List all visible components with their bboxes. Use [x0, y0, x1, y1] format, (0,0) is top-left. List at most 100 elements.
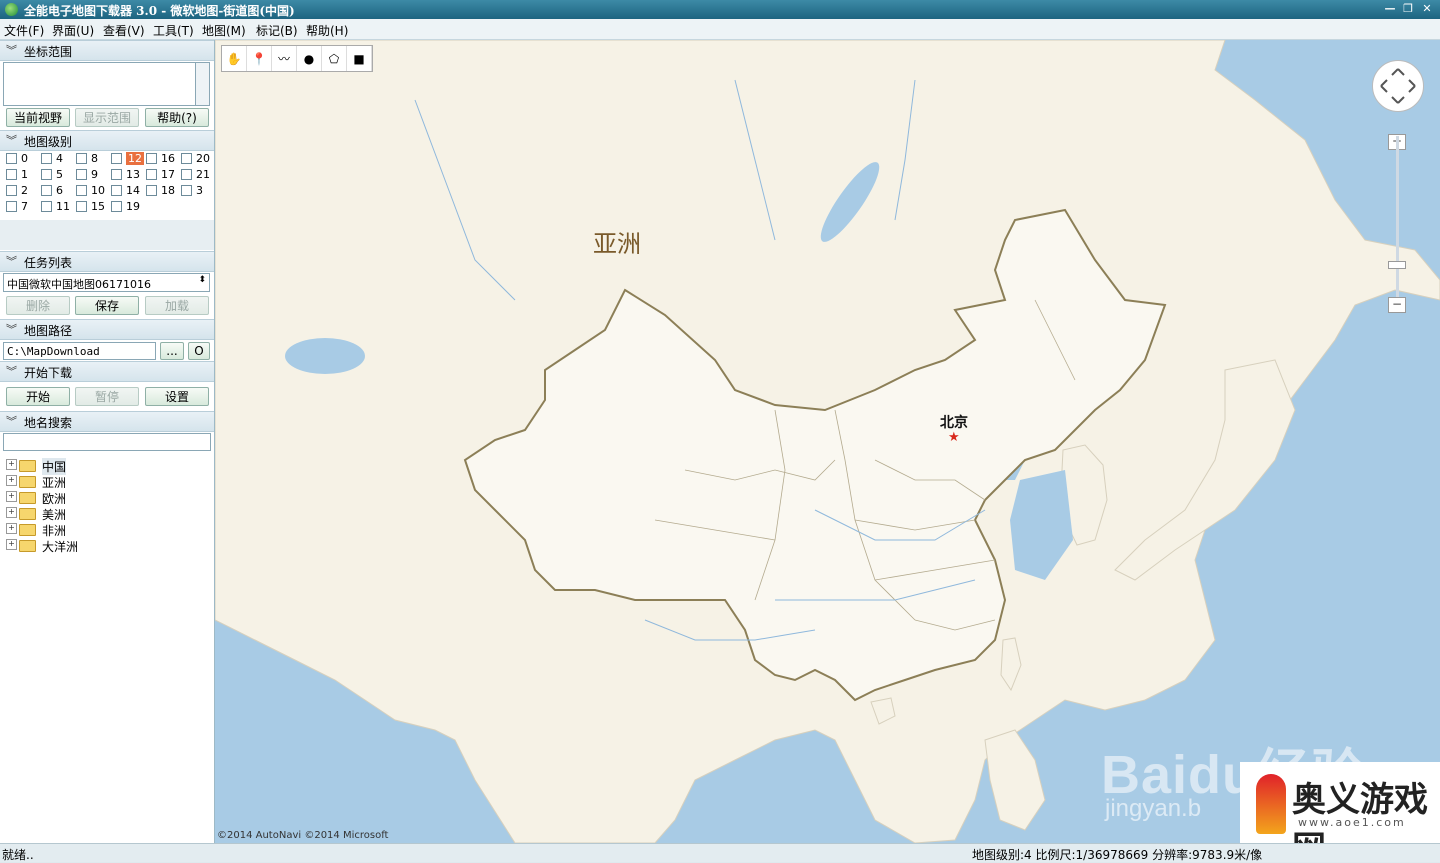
start-download-button[interactable]: 开始 — [6, 387, 70, 406]
level-label: 16 — [161, 152, 175, 165]
section-map-path[interactable]: ︾ 地图路径 — [0, 319, 214, 340]
level-checkbox[interactable] — [6, 185, 17, 196]
level-checkbox[interactable] — [181, 153, 192, 164]
jingyan-watermark: jingyan.b — [1105, 795, 1202, 822]
menu-mark[interactable]: 标记(B) — [256, 22, 298, 39]
level-label: 18 — [161, 184, 175, 197]
level-checkbox[interactable] — [111, 169, 122, 180]
level-label: 14 — [126, 184, 140, 197]
level-checkbox[interactable] — [41, 201, 52, 212]
level-checkbox[interactable] — [146, 185, 157, 196]
map-path-input[interactable]: C:\MapDownload — [3, 342, 156, 360]
rectangle-tool-icon[interactable]: ■ — [347, 46, 372, 71]
status-map-info: 地图级别:4 比例尺:1/36978669 分辨率:9783.9米/像 — [972, 848, 1263, 862]
map-toolbar: ✋ 📍 〰 ● ⬠ ■ — [221, 45, 373, 72]
pan-navigator-control[interactable] — [1372, 60, 1424, 112]
restore-button[interactable]: ❐ — [1399, 1, 1417, 17]
expand-plus-icon[interactable]: + — [6, 491, 17, 502]
pan-hand-tool-icon[interactable]: ✋ — [222, 46, 247, 71]
collapse-chevron-icon: ︾ — [6, 255, 17, 268]
level-checkbox[interactable] — [181, 169, 192, 180]
open-path-button[interactable]: O — [188, 342, 210, 360]
pan-arrows-icon — [1380, 68, 1416, 104]
level-label: 0 — [21, 152, 28, 165]
expand-plus-icon[interactable]: + — [6, 459, 17, 470]
menu-help[interactable]: 帮助(H) — [306, 22, 348, 39]
task-select-value: 中国微软中国地图06171016 — [7, 278, 151, 291]
level-checkbox[interactable] — [6, 169, 17, 180]
task-select[interactable]: 中国微软中国地图06171016 ⬍ — [3, 273, 210, 292]
menu-map[interactable]: 地图(M) — [202, 22, 246, 39]
level-label: 4 — [56, 152, 63, 165]
circle-tool-icon[interactable]: ● — [297, 46, 322, 71]
window-title: 全能电子地图下载器 3.0 - 微软地图-街道图(中国) — [24, 4, 295, 18]
collapse-chevron-icon: ︾ — [6, 134, 17, 147]
level-checkbox[interactable] — [6, 201, 17, 212]
menu-view-ui[interactable]: 界面(U) — [52, 22, 94, 39]
section-label: 任务列表 — [24, 256, 73, 270]
section-coord-range[interactable]: ︾ 坐标范围 — [0, 40, 214, 61]
level-checkbox[interactable] — [76, 169, 87, 180]
level-label: 12 — [126, 152, 144, 165]
level-label: 10 — [91, 184, 105, 197]
level-checkbox[interactable] — [41, 169, 52, 180]
minimize-button[interactable]: — — [1381, 1, 1399, 17]
level-checkbox[interactable] — [111, 153, 122, 164]
menu-view[interactable]: 查看(V) — [103, 22, 145, 39]
section-place-search[interactable]: ︾ 地名搜索 — [0, 411, 214, 432]
show-range-button[interactable]: 显示范围 — [75, 108, 139, 127]
expand-plus-icon[interactable]: + — [6, 507, 17, 518]
aoyi-logo-site: www.aoe1.com — [1298, 816, 1406, 829]
section-label: 地图级别 — [24, 135, 73, 149]
level-checkbox[interactable] — [146, 169, 157, 180]
level-label: 11 — [56, 200, 70, 213]
section-map-level[interactable]: ︾ 地图级别 — [0, 130, 214, 151]
level-checkbox[interactable] — [76, 153, 87, 164]
tree-node-label: 欧洲 — [42, 492, 67, 506]
coord-range-textarea[interactable] — [3, 62, 196, 106]
level-checkbox[interactable] — [76, 185, 87, 196]
level-label: 17 — [161, 168, 175, 181]
level-grid-footer — [0, 220, 214, 250]
pause-download-button[interactable]: 暂停 — [75, 387, 139, 406]
close-button[interactable]: ✕ — [1418, 1, 1436, 17]
map-canvas[interactable]: ✋ 📍 〰 ● ⬠ ■ 亚洲 北京 ★ + − Baidu经验 jingyan.… — [215, 40, 1440, 843]
pin-marker-tool-icon[interactable]: 📍 — [247, 46, 272, 71]
level-label: 8 — [91, 152, 98, 165]
menu-file[interactable]: 文件(F) — [4, 22, 44, 39]
folder-icon — [19, 540, 36, 552]
land-philippines — [984, 729, 1046, 831]
level-checkbox[interactable] — [111, 201, 122, 212]
polygon-tool-icon[interactable]: ⬠ — [322, 46, 347, 71]
delete-task-button[interactable]: 删除 — [6, 296, 70, 315]
level-checkbox[interactable] — [111, 185, 122, 196]
tree-node-label: 大洋洲 — [42, 540, 79, 554]
expand-plus-icon[interactable]: + — [6, 523, 17, 534]
polyline-tool-icon[interactable]: 〰 — [272, 46, 297, 71]
current-view-button[interactable]: 当前视野 — [6, 108, 70, 127]
zoom-out-button[interactable]: − — [1388, 297, 1406, 313]
menu-tools[interactable]: 工具(T) — [153, 22, 194, 39]
textarea-scrollbar[interactable] — [195, 62, 210, 106]
level-checkbox[interactable] — [41, 153, 52, 164]
zoom-slider-track[interactable] — [1396, 136, 1399, 304]
browse-path-button[interactable]: ... — [160, 342, 184, 360]
level-checkbox[interactable] — [181, 185, 192, 196]
settings-button[interactable]: 设置 — [145, 387, 209, 406]
help-button[interactable]: 帮助(?) — [145, 108, 209, 127]
section-start-download[interactable]: ︾ 开始下载 — [0, 361, 214, 382]
level-checkbox[interactable] — [6, 153, 17, 164]
place-search-input[interactable] — [3, 433, 211, 451]
save-task-button[interactable]: 保存 — [75, 296, 139, 315]
section-task-list[interactable]: ︾ 任务列表 — [0, 251, 214, 272]
expand-plus-icon[interactable]: + — [6, 539, 17, 550]
level-checkbox[interactable] — [41, 185, 52, 196]
section-label: 地图路径 — [24, 324, 73, 338]
level-checkbox[interactable] — [146, 153, 157, 164]
collapse-chevron-icon: ︾ — [6, 323, 17, 336]
load-task-button[interactable]: 加载 — [145, 296, 209, 315]
lake-balkhash — [285, 338, 365, 374]
expand-plus-icon[interactable]: + — [6, 475, 17, 486]
zoom-slider-handle[interactable] — [1388, 261, 1406, 269]
level-checkbox[interactable] — [76, 201, 87, 212]
